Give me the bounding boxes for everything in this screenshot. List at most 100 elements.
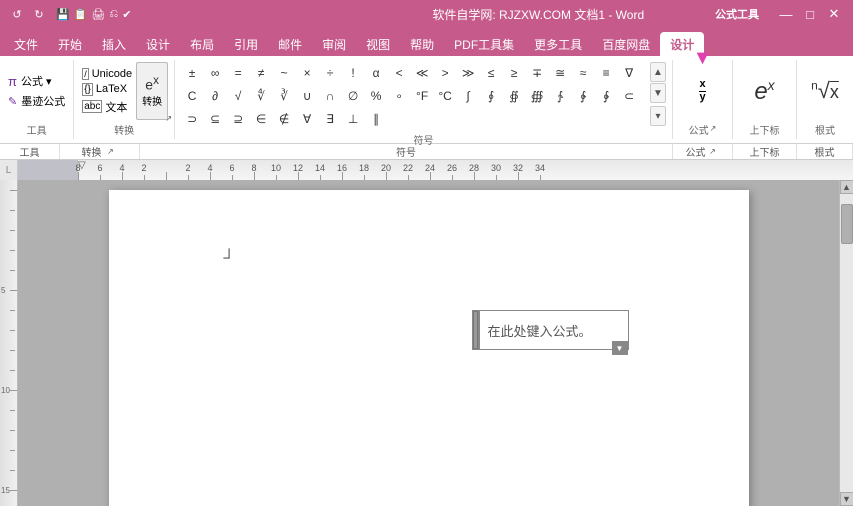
symbol-button[interactable]: ⊇: [227, 108, 249, 130]
symbol-button[interactable]: ∳: [595, 85, 617, 107]
fraction-button[interactable]: x y: [694, 76, 710, 106]
symbol-button[interactable]: ≈: [572, 62, 594, 84]
tab-help[interactable]: 帮助: [400, 32, 444, 56]
save-button[interactable]: 💾: [56, 8, 70, 21]
symbol-button[interactable]: ∥: [365, 108, 387, 130]
symbol-button[interactable]: ∱: [549, 85, 571, 107]
symbol-button[interactable]: ∀: [296, 108, 318, 130]
tab-pdf[interactable]: PDF工具集: [444, 32, 524, 56]
convert-button[interactable]: ex 转换: [136, 62, 168, 120]
ink-equation-button[interactable]: ✎ 墨迹公式: [6, 92, 67, 110]
symbol-button[interactable]: ∓: [526, 62, 548, 84]
symbol-button[interactable]: ≤: [480, 62, 502, 84]
symbols-scroll-more[interactable]: ▾: [650, 106, 666, 126]
symbol-button[interactable]: ∩: [319, 85, 341, 107]
symbol-button[interactable]: >: [434, 62, 456, 84]
symbol-button[interactable]: ⊃: [181, 108, 203, 130]
symbols-scroll-up[interactable]: ▲: [650, 62, 666, 82]
symbol-button[interactable]: ≅: [549, 62, 571, 84]
symbols-scroll-down[interactable]: ▼: [650, 83, 666, 103]
symbol-button[interactable]: ≥: [503, 62, 525, 84]
formula-button[interactable]: π 公式 ▾: [6, 72, 67, 90]
symbol-button[interactable]: ∛: [273, 85, 295, 107]
scroll-up-button[interactable]: ▲: [840, 180, 853, 194]
tab-reference[interactable]: 引用: [224, 32, 268, 56]
fraction-expand-icon[interactable]: ↗: [710, 124, 717, 133]
restore-button[interactable]: □: [799, 3, 821, 25]
superscript-button[interactable]: ex: [752, 75, 776, 108]
ruler-corner[interactable]: L: [0, 160, 18, 180]
latex-button[interactable]: {} LaTeX: [80, 82, 134, 97]
symbol-button[interactable]: ~: [273, 62, 295, 84]
symbol-button[interactable]: ⊥: [342, 108, 364, 130]
symbol-button[interactable]: ⊂: [618, 85, 640, 107]
radical-button[interactable]: n√x: [809, 76, 841, 106]
symbol-button[interactable]: °C: [434, 85, 456, 107]
symbol-button[interactable]: ∯: [503, 85, 525, 107]
text-button[interactable]: abc 文本: [80, 98, 134, 116]
symbol-button[interactable]: ∅: [342, 85, 364, 107]
tab-home[interactable]: 开始: [48, 32, 92, 56]
symbol-button[interactable]: √: [227, 85, 249, 107]
symbol-button[interactable]: ×: [296, 62, 318, 84]
symbol-button[interactable]: ∂: [204, 85, 226, 107]
symbol-button[interactable]: °F: [411, 85, 433, 107]
undo-button[interactable]: ↺: [8, 5, 26, 23]
tab-mail[interactable]: 邮件: [268, 32, 312, 56]
convert-section-expand[interactable]: ↗: [104, 145, 118, 159]
quick-access3[interactable]: ⎌: [109, 8, 118, 21]
document-canvas[interactable]: ┘ 在此处键入公式。 ▼: [18, 180, 839, 506]
tab-layout[interactable]: 布局: [180, 32, 224, 56]
symbol-button[interactable]: ±: [181, 62, 203, 84]
quick-access4[interactable]: ✔: [122, 8, 131, 21]
symbol-button[interactable]: ∰: [526, 85, 548, 107]
minimize-button[interactable]: —: [775, 3, 797, 25]
tab-review[interactable]: 审阅: [312, 32, 356, 56]
symbol-button[interactable]: ≫: [457, 62, 479, 84]
equation-handle-bottom[interactable]: ▼: [612, 341, 628, 355]
symbol-button[interactable]: ∇: [618, 62, 640, 84]
symbol-button[interactable]: ∘: [388, 85, 410, 107]
v-ruler-tick: [10, 350, 15, 351]
symbol-button[interactable]: ≪: [411, 62, 433, 84]
formula-section-label: 公式↗: [673, 144, 733, 159]
equation-placeholder[interactable]: 在此处键入公式。: [488, 321, 592, 340]
quick-access2[interactable]: 🖨: [91, 8, 105, 21]
convert-expand-icon[interactable]: ↗: [165, 114, 172, 123]
symbol-button[interactable]: ⊆: [204, 108, 226, 130]
tab-more-tools[interactable]: 更多工具: [524, 32, 592, 56]
symbol-button[interactable]: ∞: [204, 62, 226, 84]
symbol-button[interactable]: ≡: [595, 62, 617, 84]
quick-access[interactable]: 📋: [74, 8, 88, 21]
equation-handle-left[interactable]: [473, 311, 478, 349]
symbol-button[interactable]: ∮: [480, 85, 502, 107]
scroll-thumb[interactable]: [841, 204, 853, 244]
symbol-button[interactable]: ∫: [457, 85, 479, 107]
symbol-button[interactable]: !: [342, 62, 364, 84]
tab-design1[interactable]: 设计: [136, 32, 180, 56]
unicode-button[interactable]: / Unicode: [80, 67, 134, 81]
symbol-button[interactable]: <: [388, 62, 410, 84]
symbol-button[interactable]: ÷: [319, 62, 341, 84]
symbol-button[interactable]: ∪: [296, 85, 318, 107]
symbol-button[interactable]: ∜: [250, 85, 272, 107]
symbol-button[interactable]: С: [181, 85, 203, 107]
close-button[interactable]: ✕: [823, 3, 845, 25]
symbol-button[interactable]: ∈: [250, 108, 272, 130]
formula-section-expand[interactable]: ↗: [706, 145, 720, 159]
tab-baidu[interactable]: 百度网盘: [592, 32, 660, 56]
symbol-button[interactable]: ∃: [319, 108, 341, 130]
symbol-button[interactable]: ∉: [273, 108, 295, 130]
symbol-button[interactable]: ∲: [572, 85, 594, 107]
scroll-down-button[interactable]: ▼: [840, 492, 853, 506]
symbol-button[interactable]: α: [365, 62, 387, 84]
redo-button[interactable]: ↻: [30, 5, 48, 23]
symbol-button[interactable]: =: [227, 62, 249, 84]
symbol-button[interactable]: %: [365, 85, 387, 107]
equation-box[interactable]: 在此处键入公式。 ▼: [479, 310, 629, 350]
ruler-indent-marker[interactable]: ▽: [78, 160, 86, 171]
symbol-button[interactable]: ≠: [250, 62, 272, 84]
tab-file[interactable]: 文件: [4, 32, 48, 56]
tab-view[interactable]: 视图: [356, 32, 400, 56]
tab-insert[interactable]: 插入: [92, 32, 136, 56]
